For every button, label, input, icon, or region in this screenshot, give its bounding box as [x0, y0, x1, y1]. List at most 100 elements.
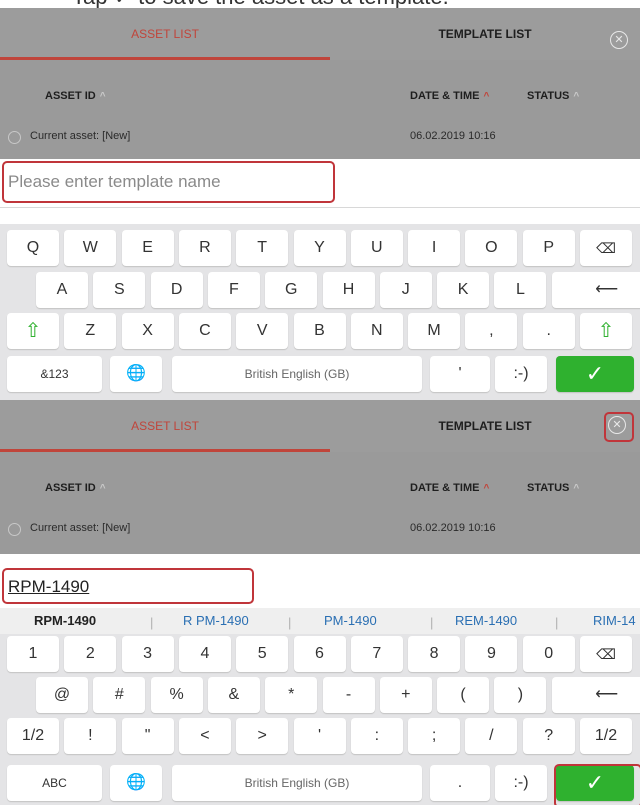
key-r2-4[interactable]: * — [265, 677, 318, 713]
key-r1-7[interactable]: I — [408, 230, 461, 266]
key-r3-2[interactable]: X — [121, 313, 174, 349]
col-date-time[interactable]: DATE & TIME ^ — [410, 90, 489, 102]
key-r2-6[interactable]: + — [379, 677, 432, 713]
key-r1-8[interactable]: O — [465, 230, 518, 266]
key-r2-1[interactable]: # — [93, 677, 146, 713]
key-r2-1[interactable]: S — [93, 272, 146, 308]
col-asset-id[interactable]: ASSET ID ^ — [45, 90, 106, 102]
close-icon[interactable]: ✕ — [610, 31, 628, 49]
punctuation-key[interactable]: . — [430, 765, 490, 801]
key-r1-6[interactable]: 7 — [350, 636, 403, 672]
table-row[interactable]: Current asset: [New] 06.02.2019 10:16 — [0, 514, 640, 554]
key-r2-2[interactable]: % — [150, 677, 203, 713]
key-r1-0-label: Q — [26, 239, 40, 256]
done-check-icon[interactable]: ✓ — [556, 356, 634, 392]
key-r2-3[interactable]: F — [207, 272, 260, 308]
shift-key[interactable]: ⇧ — [7, 313, 59, 349]
key-r2-2[interactable]: D — [150, 272, 203, 308]
key-r3-1[interactable]: Z — [64, 313, 117, 349]
template-name-input[interactable]: RPM-1490 — [2, 568, 254, 604]
key-r1-7[interactable]: 8 — [408, 636, 461, 672]
key-r1-3[interactable]: R — [178, 230, 231, 266]
key-r3-8[interactable]: / — [465, 718, 518, 754]
key-r3-7[interactable]: ; — [408, 718, 461, 754]
key-r1-0[interactable]: 1 — [7, 636, 59, 672]
enter-key[interactable]: ⟵ — [551, 272, 640, 308]
key-r2-3[interactable]: & — [207, 677, 260, 713]
key-r2-7[interactable]: K — [437, 272, 490, 308]
key-r3-6[interactable]: : — [350, 718, 403, 754]
key-r3-3[interactable]: C — [178, 313, 231, 349]
key-r1-6[interactable]: U — [350, 230, 403, 266]
key-r2-4[interactable]: G — [265, 272, 318, 308]
key-r1-9[interactable]: 0 — [522, 636, 575, 672]
key-r3-9[interactable]: . — [522, 313, 575, 349]
backspace-key[interactable]: ⌫ — [580, 230, 632, 266]
template-name-input[interactable]: Please enter template name — [2, 161, 335, 203]
suggestion-item[interactable]: RIM-14 — [593, 613, 636, 628]
key-r3-10[interactable]: 1/2 — [580, 718, 632, 754]
key-r1-8[interactable]: 9 — [465, 636, 518, 672]
key-r3-5[interactable]: B — [293, 313, 346, 349]
key-r3-7[interactable]: M — [408, 313, 461, 349]
key-r2-7[interactable]: ( — [437, 677, 490, 713]
space-key[interactable]: British English (GB) — [172, 765, 422, 801]
key-r1-9[interactable]: P — [522, 230, 575, 266]
key-r2-5[interactable]: - — [322, 677, 375, 713]
key-r2-8[interactable]: L — [494, 272, 547, 308]
radio-button[interactable] — [8, 523, 21, 536]
shift-key[interactable]: ⇧ — [580, 313, 632, 349]
tab-template-list[interactable]: TEMPLATE LIST — [330, 8, 640, 60]
key-r1-4[interactable]: 5 — [236, 636, 289, 672]
suggestion-item[interactable]: RPM-1490 — [34, 613, 96, 628]
key-r3-9[interactable]: ? — [522, 718, 575, 754]
backspace-key[interactable]: ⌫ — [580, 636, 632, 672]
col-status[interactable]: STATUS ^ — [527, 90, 579, 102]
col-status-label: STATUS — [527, 482, 570, 494]
key-r3-4[interactable]: V — [236, 313, 289, 349]
suggestion-item[interactable]: REM-1490 — [455, 613, 517, 628]
key-r1-5[interactable]: 6 — [293, 636, 346, 672]
close-icon[interactable]: ✕ — [608, 416, 626, 434]
globe-icon[interactable]: 🌐 — [110, 765, 162, 801]
space-key[interactable]: British English (GB) — [172, 356, 422, 392]
enter-key[interactable]: ⟵ — [551, 677, 640, 713]
key-r3-8[interactable]: , — [465, 313, 518, 349]
key-r2-8[interactable]: ) — [494, 677, 547, 713]
key-r3-4[interactable]: > — [236, 718, 289, 754]
key-r1-5[interactable]: Y — [293, 230, 346, 266]
key-r2-6[interactable]: J — [379, 272, 432, 308]
smiley-key[interactable]: :-) — [495, 765, 547, 801]
key-r2-0[interactable]: A — [36, 272, 88, 308]
col-asset-id[interactable]: ASSET ID ^ — [45, 482, 106, 494]
key-r3-1[interactable]: ! — [64, 718, 117, 754]
suggestion-item[interactable]: PM-1490 — [324, 613, 377, 628]
tab-template-list[interactable]: TEMPLATE LIST — [330, 400, 640, 452]
key-r1-3[interactable]: 4 — [178, 636, 231, 672]
key-r1-0[interactable]: Q — [7, 230, 59, 266]
globe-icon[interactable]: 🌐 — [110, 356, 162, 392]
mode-switch-key[interactable]: &123 — [7, 356, 102, 392]
table-row[interactable]: Current asset: [New] 06.02.2019 10:16 — [0, 122, 640, 162]
smiley-key[interactable]: :-) — [495, 356, 547, 392]
radio-button[interactable] — [8, 131, 21, 144]
key-r1-2[interactable]: E — [121, 230, 174, 266]
key-r2-5[interactable]: H — [322, 272, 375, 308]
key-r3-3[interactable]: < — [178, 718, 231, 754]
key-r1-4[interactable]: T — [236, 230, 289, 266]
punctuation-key[interactable]: ' — [430, 356, 490, 392]
mode-switch-key[interactable]: ABC — [7, 765, 102, 801]
key-r1-1[interactable]: 2 — [64, 636, 117, 672]
col-status[interactable]: STATUS ^ — [527, 482, 579, 494]
key-r3-5[interactable]: ' — [293, 718, 346, 754]
tab-asset-list[interactable]: ASSET LIST — [0, 400, 330, 452]
key-r3-6[interactable]: N — [350, 313, 403, 349]
key-r2-0[interactable]: @ — [36, 677, 88, 713]
key-r3-0[interactable]: 1/2 — [7, 718, 59, 754]
key-r1-1[interactable]: W — [64, 230, 117, 266]
suggestion-item[interactable]: R PM-1490 — [183, 613, 249, 628]
tab-asset-list[interactable]: ASSET LIST — [0, 8, 330, 60]
col-date-time[interactable]: DATE & TIME ^ — [410, 482, 489, 494]
key-r1-2[interactable]: 3 — [121, 636, 174, 672]
key-r3-2[interactable]: " — [121, 718, 174, 754]
